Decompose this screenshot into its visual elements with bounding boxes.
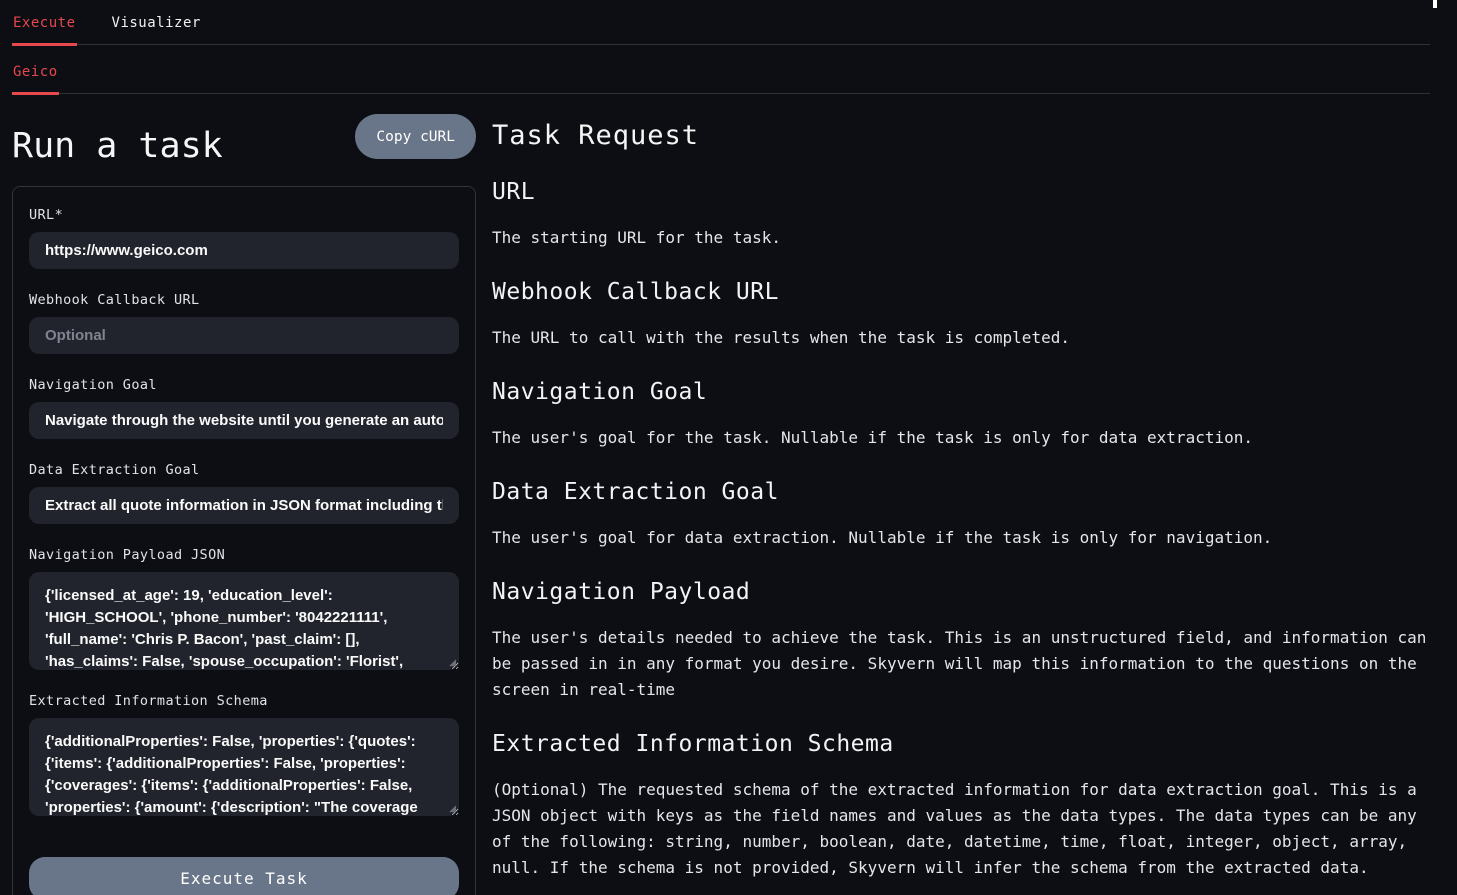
page-title: Run a task bbox=[12, 126, 223, 166]
doc-description: (Optional) The requested schema of the e… bbox=[492, 777, 1436, 881]
doc-section-data-extraction-goal: Data Extraction Goal The user's goal for… bbox=[492, 479, 1436, 551]
webhook-input[interactable] bbox=[29, 317, 459, 354]
extracted-schema-wrap: {'additionalProperties': False, 'propert… bbox=[29, 718, 459, 816]
doc-section-webhook: Webhook Callback URL The URL to call wit… bbox=[492, 279, 1436, 351]
navigation-payload-wrap: {'licensed_at_age': 19, 'education_level… bbox=[29, 572, 459, 670]
webhook-label: Webhook Callback URL bbox=[29, 292, 459, 308]
doc-description: The URL to call with the results when th… bbox=[492, 325, 1436, 351]
task-request-docs: Task Request URL The starting URL for th… bbox=[492, 110, 1436, 881]
extracted-schema-textarea[interactable]: {'additionalProperties': False, 'propert… bbox=[29, 718, 459, 816]
doc-section-extracted-schema: Extracted Information Schema (Optional) … bbox=[492, 731, 1436, 881]
sub-tab-bar: Geico bbox=[12, 45, 1430, 94]
data-extraction-goal-label: Data Extraction Goal bbox=[29, 462, 459, 478]
tab-visualizer[interactable]: Visualizer bbox=[111, 0, 202, 46]
main-tab-bar: Execute Visualizer bbox=[12, 0, 1430, 45]
field-navigation-goal: Navigation Goal bbox=[29, 377, 459, 439]
doc-description: The user's details needed to achieve the… bbox=[492, 625, 1436, 703]
run-task-header: Run a task Copy cURL bbox=[12, 114, 476, 172]
task-form-card: URL* Webhook Callback URL Navigation Goa… bbox=[12, 186, 476, 895]
field-webhook: Webhook Callback URL bbox=[29, 292, 459, 354]
main-content: Run a task Copy cURL URL* Webhook Callba… bbox=[0, 94, 1457, 895]
app-root: Execute Visualizer Geico Run a task Copy… bbox=[0, 0, 1457, 895]
extracted-schema-label: Extracted Information Schema bbox=[29, 693, 459, 709]
field-url: URL* bbox=[29, 207, 459, 269]
field-navigation-payload: Navigation Payload JSON {'licensed_at_ag… bbox=[29, 547, 459, 670]
navigation-goal-label: Navigation Goal bbox=[29, 377, 459, 393]
url-label: URL* bbox=[29, 207, 459, 223]
tab-geico[interactable]: Geico bbox=[12, 45, 59, 95]
doc-description: The user's goal for the task. Nullable i… bbox=[492, 425, 1436, 451]
doc-heading: Webhook Callback URL bbox=[492, 279, 1436, 305]
field-extracted-schema: Extracted Information Schema {'additiona… bbox=[29, 693, 459, 816]
navigation-goal-input[interactable] bbox=[29, 402, 459, 439]
docs-title: Task Request bbox=[492, 120, 1436, 151]
doc-section-url: URL The starting URL for the task. bbox=[492, 179, 1436, 251]
doc-heading: Navigation Goal bbox=[492, 379, 1436, 405]
doc-heading: Extracted Information Schema bbox=[492, 731, 1436, 757]
data-extraction-goal-input[interactable] bbox=[29, 487, 459, 524]
scrollbar-thumb[interactable] bbox=[1433, 0, 1437, 8]
doc-section-navigation-goal: Navigation Goal The user's goal for the … bbox=[492, 379, 1436, 451]
field-data-extraction-goal: Data Extraction Goal bbox=[29, 462, 459, 524]
url-input[interactable] bbox=[29, 232, 459, 269]
execute-task-button[interactable]: Execute Task bbox=[29, 857, 459, 895]
doc-section-navigation-payload: Navigation Payload The user's details ne… bbox=[492, 579, 1436, 703]
tab-execute[interactable]: Execute bbox=[12, 0, 77, 46]
copy-curl-button[interactable]: Copy cURL bbox=[355, 114, 476, 159]
doc-heading: Navigation Payload bbox=[492, 579, 1436, 605]
navigation-payload-label: Navigation Payload JSON bbox=[29, 547, 459, 563]
doc-heading: URL bbox=[492, 179, 1436, 205]
doc-description: The starting URL for the task. bbox=[492, 225, 1436, 251]
doc-heading: Data Extraction Goal bbox=[492, 479, 1436, 505]
navigation-payload-textarea[interactable]: {'licensed_at_age': 19, 'education_level… bbox=[29, 572, 459, 670]
run-task-panel: Run a task Copy cURL URL* Webhook Callba… bbox=[12, 110, 476, 895]
doc-description: The user's goal for data extraction. Nul… bbox=[492, 525, 1436, 551]
